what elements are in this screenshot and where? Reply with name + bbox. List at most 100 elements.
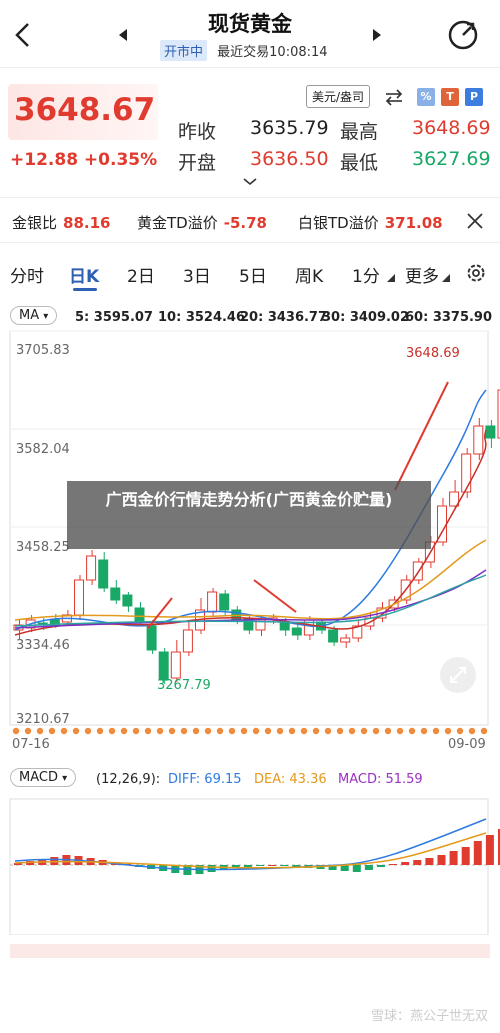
ma20-value: 20: 3436.77 — [240, 310, 328, 325]
macd-dea-value: DEA: 43.36 — [254, 772, 327, 787]
event-dot — [480, 727, 488, 735]
header-bar: 现货黄金 开市中 最近交易10:08:14 — [0, 0, 500, 68]
last-trade-time: 最近交易10:08:14 — [217, 45, 328, 60]
macd-histogram-bar — [207, 865, 216, 872]
ma-selector[interactable]: MA ▾ — [10, 306, 58, 325]
macd-histogram-bar — [449, 851, 458, 865]
tab-2day[interactable]: 2日 — [127, 262, 155, 287]
tab-3day[interactable]: 3日 — [183, 262, 211, 287]
event-dot — [132, 727, 140, 735]
event-dot — [432, 727, 440, 735]
event-dot — [336, 727, 344, 735]
event-dot — [312, 727, 320, 735]
candle-body — [74, 579, 84, 616]
last-price: 3648.67 — [14, 92, 156, 128]
macd-histogram-bar — [243, 865, 252, 867]
event-dot — [228, 727, 236, 735]
high-marker-label: 3648.69 — [406, 346, 460, 361]
macd-selector[interactable]: MACD ▾ — [10, 768, 77, 787]
refresh-icon[interactable] — [446, 18, 480, 52]
macd-histogram-bar — [485, 835, 494, 865]
trend-arrow — [394, 381, 449, 491]
spread-item-gold-silver: 金银比 88.16 — [12, 212, 110, 233]
event-dot — [444, 727, 452, 735]
candle-body — [134, 607, 145, 623]
event-dot — [12, 727, 20, 735]
open-value: 3636.50 — [250, 148, 329, 170]
event-dot — [36, 727, 44, 735]
next-instrument-icon[interactable] — [372, 28, 382, 42]
candle-body — [279, 621, 290, 631]
tab-daily-k[interactable]: 日K — [69, 262, 99, 287]
swap-unit-icon[interactable] — [384, 88, 404, 106]
low-marker-label: 3267.79 — [157, 678, 211, 693]
event-dot — [288, 727, 296, 735]
macd-histogram-bar — [401, 862, 410, 865]
event-dot — [468, 727, 476, 735]
tab-timeshare[interactable]: 分时 — [10, 262, 44, 287]
event-dot — [276, 727, 284, 735]
candle-body — [328, 629, 339, 643]
macd-params: (12,26,9): — [96, 772, 161, 787]
macd-histogram-bar — [461, 847, 470, 865]
ma-dropdown-icon: ▾ — [43, 311, 49, 322]
macd-macd-value: MACD: 51.59 — [338, 772, 423, 787]
macd-histogram-bar — [377, 865, 385, 867]
market-status: 开市中 最近交易10:08:14 — [160, 40, 328, 61]
tab-more[interactable]: 更多 — [405, 262, 439, 287]
close-icon[interactable] — [466, 212, 484, 230]
event-dot — [108, 727, 116, 735]
candle-body — [146, 625, 157, 651]
spread-item-gold-td: 黄金TD溢价 -5.78 — [137, 212, 267, 233]
event-dot — [192, 727, 200, 735]
settings-gear-icon[interactable] — [465, 262, 487, 284]
x-axis-end-label: 09-09 — [448, 737, 486, 752]
candlestick-chart[interactable] — [0, 330, 500, 770]
prev-close-value: 3635.79 — [250, 117, 329, 139]
macd-histogram-bar — [364, 865, 373, 870]
active-tab-indicator — [73, 288, 97, 291]
event-dot — [456, 727, 464, 735]
p-icon[interactable]: P — [465, 88, 483, 106]
macd-chart[interactable] — [0, 795, 500, 935]
tab-weekly-k[interactable]: 周K — [295, 262, 323, 287]
y-axis-label: 3334.46 — [16, 638, 70, 653]
t-icon[interactable]: T — [441, 88, 459, 106]
event-dot — [396, 727, 404, 735]
event-dot — [300, 727, 308, 735]
macd-histogram-bar — [413, 860, 422, 865]
percent-icon[interactable]: % — [417, 88, 435, 106]
event-dot — [252, 727, 260, 735]
tab-1min[interactable]: 1分 — [352, 262, 380, 287]
fullscreen-button[interactable] — [440, 657, 476, 693]
high-value: 3648.69 — [412, 117, 491, 139]
event-dot — [24, 727, 32, 735]
event-dot — [216, 727, 224, 735]
more-dropdown-icon — [442, 274, 450, 282]
spread-item-silver-td: 白银TD溢价 371.08 — [298, 212, 443, 233]
trend-arrow — [253, 579, 297, 613]
unit-selector[interactable]: 美元/盎司 — [306, 85, 371, 108]
macd-histogram-bar — [280, 865, 289, 866]
spread-label: 黄金TD溢价 — [137, 214, 218, 232]
spread-bar: 金银比 88.16 黄金TD溢价 -5.78 白银TD溢价 371.08 — [0, 197, 500, 243]
article-title-text: 广西金价行情走势分析(广西黄金价贮量) — [105, 490, 393, 509]
expand-quote-icon[interactable] — [243, 178, 257, 186]
event-dot — [48, 727, 56, 735]
event-dot — [156, 727, 164, 735]
event-dot — [144, 727, 152, 735]
candle-body — [170, 651, 181, 679]
candle-body — [473, 425, 484, 455]
event-dot — [60, 727, 68, 735]
candle-body — [182, 629, 193, 653]
y-axis-label: 3582.04 — [16, 442, 70, 457]
high-label: 最高 — [340, 121, 379, 143]
event-dot — [324, 727, 332, 735]
tab-5day[interactable]: 5日 — [239, 262, 267, 287]
market-open-badge: 开市中 — [160, 40, 208, 61]
expand-icon — [450, 667, 466, 683]
candle-body — [219, 593, 230, 611]
event-dot — [96, 727, 104, 735]
candle-body — [461, 453, 472, 493]
tab-dropdown-icon — [387, 274, 395, 282]
